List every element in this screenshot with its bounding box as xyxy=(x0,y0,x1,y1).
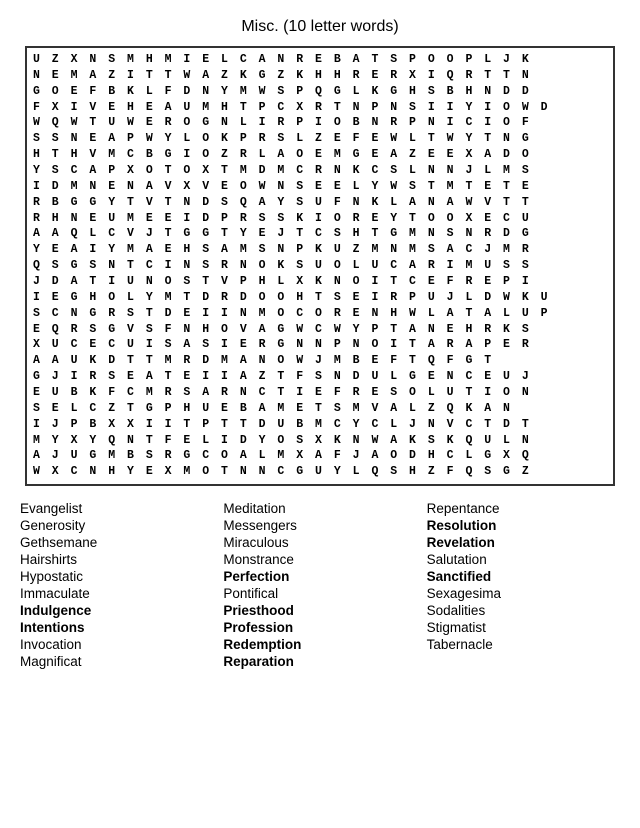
page-title: Misc. (10 letter words) xyxy=(10,18,630,36)
word-item: Salutation xyxy=(427,551,620,568)
word-search-grid: U Z X N S M H M I E L C A N R E B A T S … xyxy=(33,52,607,480)
word-item: Generosity xyxy=(20,517,213,534)
word-item: Resolution xyxy=(427,517,620,534)
word-item: Perfection xyxy=(223,568,416,585)
word-item: Gethsemane xyxy=(20,534,213,551)
word-item: Immaculate xyxy=(20,585,213,602)
word-item: Sodalities xyxy=(427,602,620,619)
word-col-2: MeditationMessengersMiraculousMonstrance… xyxy=(223,500,416,670)
word-item: Repentance xyxy=(427,500,620,517)
word-item: Tabernacle xyxy=(427,636,620,653)
word-item: Indulgence xyxy=(20,602,213,619)
word-item: Profession xyxy=(223,619,416,636)
word-item: Priesthood xyxy=(223,602,416,619)
word-item: Sanctified xyxy=(427,568,620,585)
word-item: Messengers xyxy=(223,517,416,534)
word-item: Revelation xyxy=(427,534,620,551)
word-item: Intentions xyxy=(20,619,213,636)
word-col-3: RepentanceResolutionRevelationSalutation… xyxy=(427,500,620,670)
word-item: Sexagesima xyxy=(427,585,620,602)
puzzle-container: U Z X N S M H M I E L C A N R E B A T S … xyxy=(25,46,615,486)
word-item: Invocation xyxy=(20,636,213,653)
word-item: Meditation xyxy=(223,500,416,517)
word-item: Redemption xyxy=(223,636,416,653)
word-col-1: EvangelistGenerosityGethsemaneHairshirts… xyxy=(20,500,213,670)
word-item: Pontifical xyxy=(223,585,416,602)
word-item: Monstrance xyxy=(223,551,416,568)
word-list: EvangelistGenerosityGethsemaneHairshirts… xyxy=(10,500,630,670)
word-item: Hairshirts xyxy=(20,551,213,568)
word-item: Reparation xyxy=(223,653,416,670)
word-item: Magnificat xyxy=(20,653,213,670)
word-item: Evangelist xyxy=(20,500,213,517)
word-item: Hypostatic xyxy=(20,568,213,585)
word-item: Miraculous xyxy=(223,534,416,551)
word-item: Stigmatist xyxy=(427,619,620,636)
